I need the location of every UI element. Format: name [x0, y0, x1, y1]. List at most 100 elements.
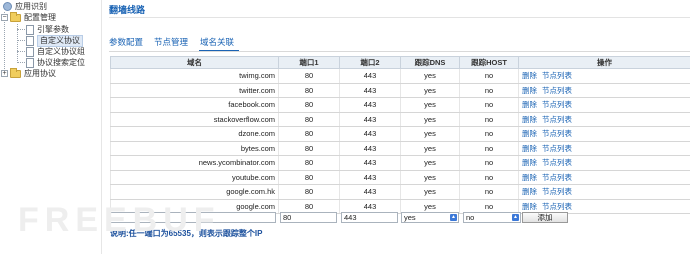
folder-icon	[10, 11, 21, 22]
col-header-port2: 端口2	[339, 56, 401, 69]
cell-track-host: no	[459, 170, 519, 185]
tree-item-config-management[interactable]: − 配置管理	[1, 11, 56, 24]
cell-port2: 443	[339, 112, 401, 127]
cell-track-dns: yes	[400, 126, 460, 142]
cell-track-dns: yes	[400, 170, 460, 185]
page-title: 翻墙线路	[109, 5, 146, 15]
delete-link[interactable]: 删除	[522, 202, 537, 211]
cell-track-host: no	[459, 141, 519, 156]
node-list-link[interactable]: 节点列表	[542, 144, 572, 153]
delete-link[interactable]: 删除	[522, 158, 537, 167]
col-header-track-dns: 跟踪DNS	[400, 56, 460, 69]
table-row: bytes.com 80 443 yes no 删除 节点列表	[110, 141, 690, 156]
track-host-value: no	[466, 213, 475, 222]
col-header-domain: 域名	[110, 56, 279, 69]
port1-input[interactable]: 80	[280, 212, 337, 223]
divider	[109, 17, 690, 18]
cell-port2: 443	[339, 170, 401, 185]
sidebar-tree: 应用识别 − 配置管理 引擎参数 自定义协议 自定义协议组 协议搜索定位 + 应用协…	[0, 0, 102, 254]
node-list-link[interactable]: 节点列表	[542, 158, 572, 167]
add-button[interactable]: 添加	[522, 212, 568, 223]
node-list-link[interactable]: 节点列表	[542, 202, 572, 211]
track-dns-value: yes	[404, 213, 416, 222]
cell-port1: 80	[278, 184, 340, 200]
delete-link[interactable]: 删除	[522, 86, 537, 95]
tab-domain-association[interactable]: 域名关联	[200, 36, 234, 48]
cell-port2: 443	[339, 126, 401, 142]
cell-track-host: no	[459, 68, 519, 84]
cell-port1: 80	[278, 155, 340, 171]
expand-toggle-icon[interactable]: +	[1, 70, 8, 78]
cell-port2: 443	[339, 141, 401, 156]
cell-domain: bytes.com	[110, 141, 279, 156]
app-recognition-icon	[3, 2, 12, 12]
divider	[109, 51, 690, 52]
delete-link[interactable]: 删除	[522, 115, 537, 124]
delete-link[interactable]: 删除	[522, 144, 537, 153]
cell-track-host: no	[459, 83, 519, 98]
delete-link[interactable]: 删除	[522, 71, 537, 80]
cell-track-host: no	[459, 97, 519, 113]
cell-actions: 删除 节点列表	[518, 97, 690, 113]
cell-domain: stackoverflow.com	[110, 112, 279, 127]
cell-port2: 443	[339, 83, 401, 98]
track-dns-select[interactable]: yes ▲	[401, 212, 459, 223]
table-row: facebook.com 80 443 yes no 删除 节点列表	[110, 97, 690, 113]
table-row: twitter.com 80 443 yes no 删除 节点列表	[110, 83, 690, 98]
dropdown-arrow-icon: ▲	[512, 214, 519, 221]
table-row: google.com.hk 80 443 yes no 删除 节点列表	[110, 184, 690, 200]
note-text: 说明:任一端口为65535，则表示跟踪整个IP	[110, 229, 263, 238]
tree-line	[17, 51, 25, 52]
page-icon	[26, 46, 34, 57]
col-header-track-host: 跟踪HOST	[459, 56, 519, 69]
delete-link[interactable]: 删除	[522, 129, 537, 138]
port2-input[interactable]: 443	[341, 212, 398, 223]
page-icon	[26, 57, 34, 68]
cell-port1: 80	[278, 97, 340, 113]
cell-actions: 删除 节点列表	[518, 68, 690, 84]
table-row: youtube.com 80 443 yes no 删除 节点列表	[110, 170, 690, 185]
delete-link[interactable]: 删除	[522, 100, 537, 109]
cell-port2: 443	[339, 97, 401, 113]
tree-item-label: 配置管理	[24, 13, 56, 22]
node-list-link[interactable]: 节点列表	[542, 115, 572, 124]
cell-track-host: no	[459, 112, 519, 127]
cell-actions: 删除 节点列表	[518, 112, 690, 127]
track-host-select[interactable]: no ▲	[463, 212, 521, 223]
node-list-link[interactable]: 节点列表	[542, 100, 572, 109]
node-list-link[interactable]: 节点列表	[542, 173, 572, 182]
col-header-actions: 操作	[518, 56, 690, 69]
node-list-link[interactable]: 节点列表	[542, 129, 572, 138]
tree-line	[17, 40, 25, 41]
domain-table: 域名 端口1 端口2 跟踪DNS 跟踪HOST 操作 twimg.com 80 44…	[110, 56, 690, 214]
cell-port2: 443	[339, 155, 401, 171]
cell-domain: news.ycombinator.com	[110, 155, 279, 171]
tab-node-management[interactable]: 节点管理	[154, 36, 188, 48]
cell-actions: 删除 节点列表	[518, 83, 690, 98]
delete-link[interactable]: 删除	[522, 187, 537, 196]
cell-domain: dzone.com	[110, 126, 279, 142]
tree-item-app-protocol[interactable]: + 应用协议	[1, 67, 56, 80]
delete-link[interactable]: 删除	[522, 173, 537, 182]
cell-actions: 删除 节点列表	[518, 141, 690, 156]
cell-domain: facebook.com	[110, 97, 279, 113]
node-list-link[interactable]: 节点列表	[542, 187, 572, 196]
table-row: twimg.com 80 443 yes no 删除 节点列表	[110, 68, 690, 84]
cell-actions: 删除 节点列表	[518, 184, 690, 200]
tab-params-config[interactable]: 参数配置	[109, 36, 143, 48]
table-header-row: 域名 端口1 端口2 跟踪DNS 跟踪HOST 操作	[110, 56, 690, 69]
domain-input[interactable]	[110, 212, 276, 223]
cell-actions: 删除 节点列表	[518, 126, 690, 142]
page-icon	[26, 24, 34, 35]
cell-port1: 80	[278, 112, 340, 127]
cell-port1: 80	[278, 126, 340, 142]
node-list-link[interactable]: 节点列表	[542, 86, 572, 95]
node-list-link[interactable]: 节点列表	[542, 71, 572, 80]
cell-track-dns: yes	[400, 112, 460, 127]
cell-port1: 80	[278, 141, 340, 156]
cell-track-dns: yes	[400, 184, 460, 200]
collapse-toggle-icon[interactable]: −	[1, 14, 8, 22]
page-icon	[26, 35, 34, 46]
cell-track-host: no	[459, 184, 519, 200]
cell-track-dns: yes	[400, 83, 460, 98]
